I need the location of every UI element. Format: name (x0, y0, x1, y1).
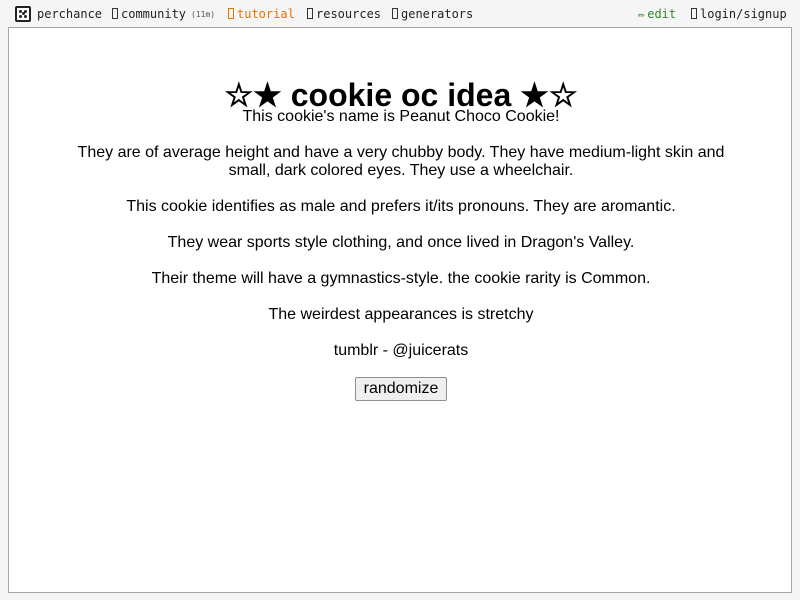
credit-line: tumblr - @juicerats (333, 342, 469, 359)
nav-brand-link[interactable]: perchance (15, 0, 102, 27)
description-paragraph: This cookie identifies as male and prefe… (126, 198, 676, 215)
nav-tutorial-link[interactable]: tutorial (228, 0, 295, 27)
tutorial-icon (228, 8, 234, 19)
nav-login-link[interactable]: login/signup (691, 0, 787, 27)
resources-icon (307, 8, 313, 19)
description-paragraph: Their theme will have a gymnastics-style… (151, 270, 651, 287)
nav-community-label: community (121, 6, 187, 21)
nav-resources-label: resources (316, 6, 382, 21)
description-paragraph: They are of average height and have a ve… (77, 144, 725, 179)
pencil-icon: ✏ (638, 6, 646, 21)
description-paragraph: They wear sports style clothing, and onc… (167, 234, 635, 251)
nav-brand-label: perchance (37, 6, 103, 21)
nav-generators-link[interactable]: generators (392, 0, 473, 27)
button-row: randomize (69, 377, 733, 401)
randomize-button[interactable]: randomize (354, 377, 448, 401)
dice-icon (15, 5, 31, 22)
nav-edit-link[interactable]: ✏ edit (638, 0, 676, 27)
top-nav-bar: perchance community (11m) tutorial resou… (0, 0, 800, 27)
nav-tutorial-label: tutorial (237, 6, 295, 21)
nav-edit-label: edit (647, 6, 677, 21)
nav-generators-label: generators (401, 6, 474, 21)
generator-output-frame: ☆★ cookie oc idea ★☆ This cookie's name … (8, 27, 792, 593)
nav-resources-link[interactable]: resources (307, 0, 381, 27)
community-count-badge: (11m) (191, 10, 216, 19)
description-paragraph: This cookie's name is Peanut Choco Cooki… (242, 108, 560, 125)
generated-description: This cookie's name is Peanut Choco Cooki… (69, 108, 733, 401)
generators-icon (392, 8, 398, 19)
community-icon (112, 8, 118, 19)
nav-community-link[interactable]: community (11m) (112, 0, 215, 27)
user-icon (691, 8, 697, 19)
description-paragraph: The weirdest appearances is stretchy (268, 306, 534, 323)
nav-login-label: login/signup (700, 6, 787, 21)
